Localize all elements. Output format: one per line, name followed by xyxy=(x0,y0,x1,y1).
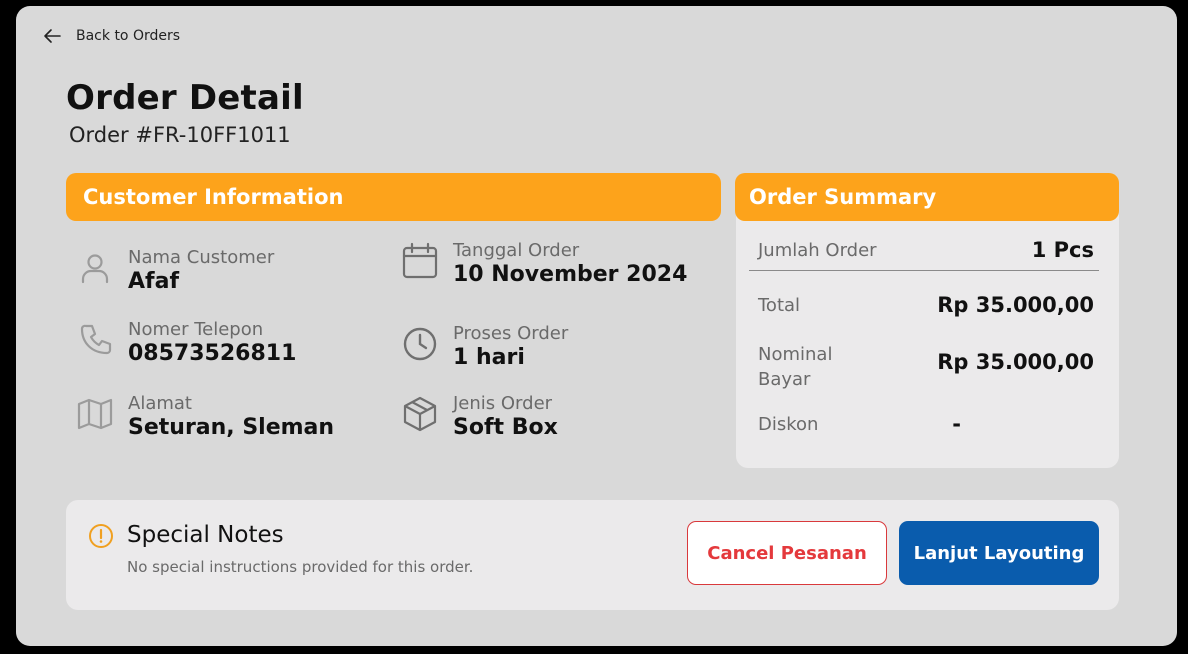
user-icon xyxy=(76,249,114,287)
customer-information-title: Customer Information xyxy=(83,185,344,209)
process-field: Proses Order 1 hari xyxy=(401,323,568,371)
process-value: 1 hari xyxy=(453,345,525,370)
cancel-order-label: Cancel Pesanan xyxy=(707,542,867,564)
order-number: Order #FR-10FF1011 xyxy=(69,123,291,147)
summary-value: 1 Pcs xyxy=(1031,238,1094,262)
order-type-label: Jenis Order xyxy=(453,393,553,414)
summary-row-nominal-bayar: Nominal Bayar Rp 35.000,00 xyxy=(758,342,1094,392)
address-label: Alamat xyxy=(128,393,192,414)
clock-icon xyxy=(401,325,439,363)
summary-label: Jumlah Order xyxy=(758,240,877,261)
customer-name-field: Nama Customer Afaf xyxy=(76,247,274,295)
phone-label: Nomer Telepon xyxy=(128,319,264,340)
arrow-left-icon xyxy=(44,29,61,43)
phone-icon xyxy=(76,321,114,359)
calendar-icon xyxy=(401,242,439,280)
back-to-orders-link[interactable]: Back to Orders xyxy=(42,26,180,46)
customer-information-header: Customer Information xyxy=(66,173,721,221)
box-icon xyxy=(401,395,439,433)
customer-name-value: Afaf xyxy=(128,269,180,294)
continue-layouting-button[interactable]: Lanjut Layouting xyxy=(899,521,1099,585)
summary-value: Rp 35.000,00 xyxy=(937,350,1094,374)
order-detail-panel: Back to Orders Order Detail Order #FR-10… xyxy=(16,6,1177,646)
summary-label: Diskon xyxy=(758,414,819,435)
back-label: Back to Orders xyxy=(76,28,181,44)
order-date-value: 10 November 2024 xyxy=(453,262,688,287)
phone-value: 08573526811 xyxy=(128,341,297,366)
summary-label: Nominal Bayar xyxy=(758,344,833,390)
customer-name-label: Nama Customer xyxy=(128,247,275,268)
address-field: Alamat Seturan, Sleman xyxy=(76,393,334,441)
summary-divider xyxy=(749,270,1099,271)
order-type-value: Soft Box xyxy=(453,415,558,440)
special-notes-title: Special Notes xyxy=(127,522,284,548)
order-summary-card: Jumlah Order 1 Pcs Total Rp 35.000,00 No… xyxy=(736,211,1119,468)
cancel-order-button[interactable]: Cancel Pesanan xyxy=(687,521,887,585)
order-date-field: Tanggal Order 10 November 2024 xyxy=(401,240,687,288)
summary-row-total: Total Rp 35.000,00 xyxy=(758,293,1094,318)
special-notes-card: Special Notes No special instructions pr… xyxy=(66,500,1119,610)
map-icon xyxy=(76,395,114,433)
warning-icon xyxy=(89,524,113,548)
summary-value: - xyxy=(952,412,961,436)
summary-label: Total xyxy=(758,295,801,316)
summary-row-quantity: Jumlah Order 1 Pcs xyxy=(758,238,1094,263)
order-summary-title: Order Summary xyxy=(749,185,937,209)
address-value: Seturan, Sleman xyxy=(128,415,335,440)
phone-field: Nomer Telepon 08573526811 xyxy=(76,319,296,367)
process-label: Proses Order xyxy=(453,323,569,344)
order-type-field: Jenis Order Soft Box xyxy=(401,393,558,441)
order-summary-header: Order Summary xyxy=(735,173,1119,221)
continue-layouting-label: Lanjut Layouting xyxy=(913,542,1085,564)
special-notes-description: No special instructions provided for thi… xyxy=(127,558,474,576)
order-date-label: Tanggal Order xyxy=(453,240,580,261)
summary-row-discount: Diskon - xyxy=(758,412,961,437)
summary-value: Rp 35.000,00 xyxy=(937,293,1094,317)
page-title: Order Detail xyxy=(66,78,304,118)
